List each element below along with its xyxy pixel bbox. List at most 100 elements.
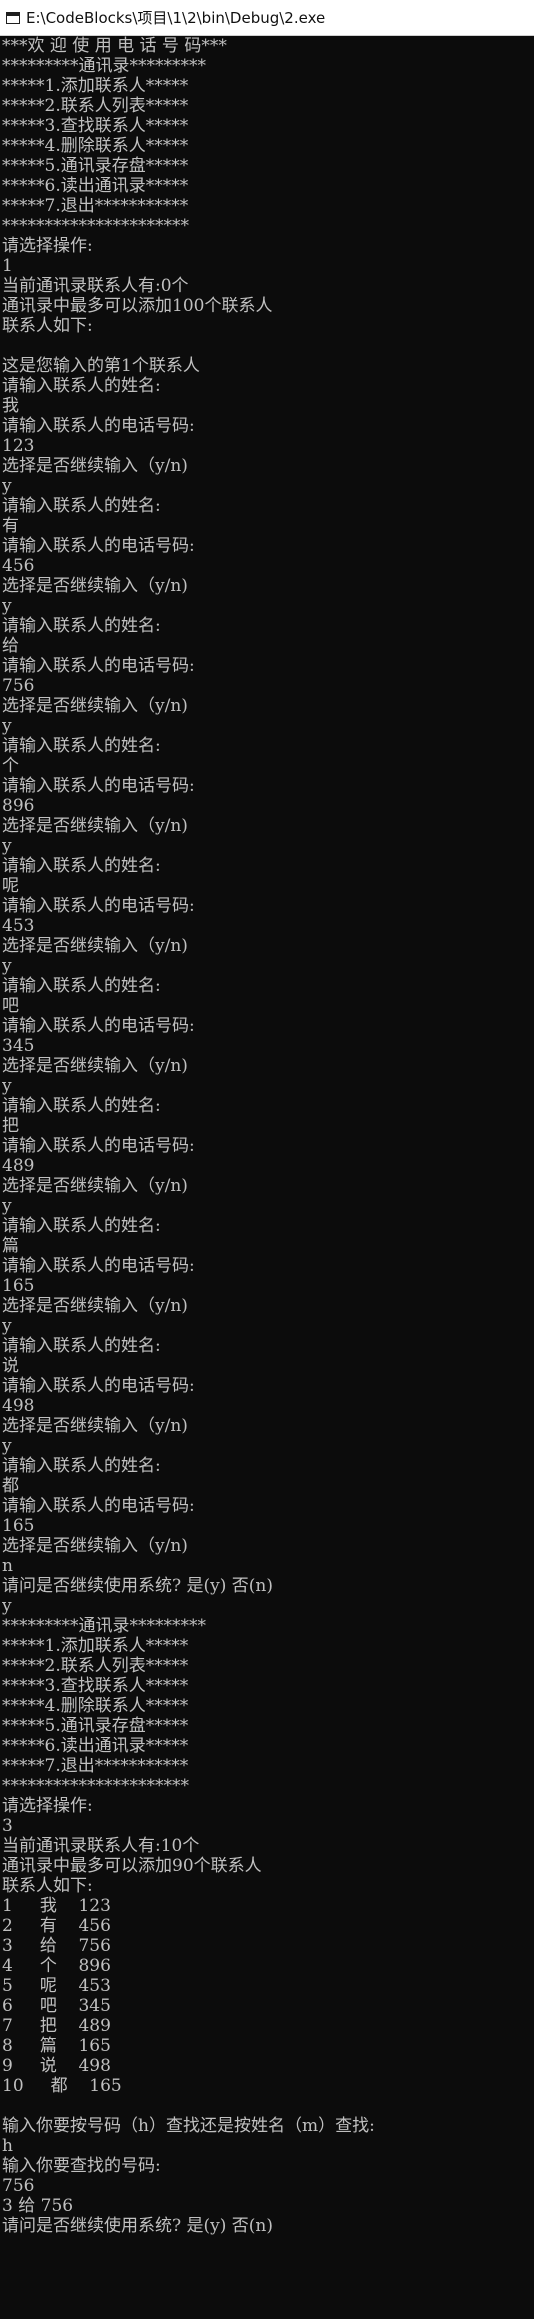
console-line: y: [2, 1076, 12, 1096]
console-line: y: [2, 1436, 12, 1456]
console-line: *********通讯录*********: [2, 1616, 206, 1636]
console-line: *********通讯录*********: [2, 56, 206, 76]
console-line: 请选择操作:: [2, 1796, 93, 1816]
console-app-icon: [6, 11, 20, 24]
console-line: 选择是否继续输入（y/n): [2, 816, 188, 836]
console-line: *****2.联系人列表*****: [2, 96, 189, 116]
console-line: 请选择操作:: [2, 236, 93, 256]
console-line: 9 说 498: [2, 2056, 111, 2076]
console-line: 7 把 489: [2, 2016, 111, 2036]
console-line: 165: [2, 1276, 35, 1296]
console-line: 756: [2, 2176, 35, 2196]
console-line: 2 有 456: [2, 1916, 111, 1936]
console-line: 当前通讯录联系人有:0个: [2, 276, 189, 296]
console-line: 请输入联系人的姓名:: [2, 856, 161, 876]
console-line: ***欢 迎 使 用 电 话 号 码***: [2, 36, 227, 56]
console-line: 有: [2, 516, 19, 536]
console-line: 请输入联系人的电话号码:: [2, 776, 195, 796]
console-line: 3: [2, 1816, 13, 1836]
console-line: 选择是否继续输入（y/n): [2, 696, 188, 716]
console-line: 我: [2, 396, 19, 416]
console-line: *****2.联系人列表*****: [2, 1656, 189, 1676]
console-output[interactable]: ***欢 迎 使 用 电 话 号 码*** *********通讯录*******…: [0, 36, 534, 2319]
console-line: 请输入联系人的姓名:: [2, 376, 161, 396]
console-line: 8 篇 165: [2, 2036, 111, 2056]
console-line: 756: [2, 676, 35, 696]
console-line: 个: [2, 756, 19, 776]
console-line: 当前通讯录联系人有:10个: [2, 1836, 200, 1856]
console-line: *****1.添加联系人*****: [2, 76, 189, 96]
console-line: *****7.退出***********: [2, 196, 189, 216]
console-line: 篇: [2, 1236, 19, 1256]
console-line: 896: [2, 796, 35, 816]
console-line: y: [2, 836, 12, 856]
console-line: 呢: [2, 876, 19, 896]
console-line: *****4.删除联系人*****: [2, 1696, 189, 1716]
console-line: *****3.查找联系人*****: [2, 1676, 189, 1696]
console-line: 吧: [2, 996, 19, 1016]
console-line: 请输入联系人的电话号码:: [2, 536, 195, 556]
console-line: 请输入联系人的姓名:: [2, 976, 161, 996]
console-line: 请问是否继续使用系统? 是(y) 否(n): [2, 2216, 274, 2236]
console-line: y: [2, 1596, 12, 1616]
console-line: 选择是否继续输入（y/n): [2, 576, 188, 596]
console-line: 选择是否继续输入（y/n): [2, 1536, 188, 1556]
console-line: 请输入联系人的电话号码:: [2, 1016, 195, 1036]
console-line: 请输入联系人的姓名:: [2, 616, 161, 636]
console-line: h: [2, 2136, 13, 2156]
console-line: y: [2, 716, 12, 736]
console-line: 请输入联系人的姓名:: [2, 1336, 161, 1356]
console-line: 选择是否继续输入（y/n): [2, 1416, 188, 1436]
console-line: 6 吧 345: [2, 1996, 111, 2016]
console-line: 把: [2, 1116, 19, 1136]
console-line: 这是您输入的第1个联系人: [2, 356, 200, 376]
console-line: 4 个 896: [2, 1956, 111, 1976]
console-line: *****7.退出***********: [2, 1756, 189, 1776]
console-line: *****5.通讯录存盘*****: [2, 156, 189, 176]
console-line: y: [2, 476, 12, 496]
console-line: 456: [2, 556, 35, 576]
console-line: 都: [2, 1476, 19, 1496]
console-line: 498: [2, 1396, 35, 1416]
console-line: 请输入联系人的姓名:: [2, 496, 161, 516]
console-line: 选择是否继续输入（y/n): [2, 1056, 188, 1076]
console-line: *****3.查找联系人*****: [2, 116, 189, 136]
console-line: 3 给 756: [2, 2196, 74, 2216]
console-line: 请输入联系人的姓名:: [2, 1096, 161, 1116]
console-line: 通讯录中最多可以添加90个联系人: [2, 1856, 262, 1876]
console-line: 输入你要按号码（h）查找还是按姓名（m）查找:: [2, 2116, 375, 2136]
console-line: *****6.读出通讯录*****: [2, 1736, 189, 1756]
console-line: y: [2, 956, 12, 976]
title-bar[interactable]: E:\CodeBlocks\项目\1\2\bin\Debug\2.exe: [0, 0, 534, 36]
console-line: 通讯录中最多可以添加100个联系人: [2, 296, 273, 316]
console-line: 489: [2, 1156, 35, 1176]
console-line: 选择是否继续输入（y/n): [2, 1296, 188, 1316]
console-line: 453: [2, 916, 35, 936]
console-line: **********************: [2, 1776, 189, 1796]
console-line: 请输入联系人的电话号码:: [2, 1256, 195, 1276]
console-window: E:\CodeBlocks\项目\1\2\bin\Debug\2.exe ***…: [0, 0, 534, 2319]
console-line: *****1.添加联系人*****: [2, 1636, 189, 1656]
console-line: 选择是否继续输入（y/n): [2, 936, 188, 956]
console-line: 联系人如下:: [2, 1876, 93, 1896]
window-title: E:\CodeBlocks\项目\1\2\bin\Debug\2.exe: [26, 9, 326, 27]
console-line: 1 我 123: [2, 1896, 111, 1916]
console-line: 给: [2, 636, 19, 656]
console-line: 3 给 756: [2, 1936, 111, 1956]
console-line: n: [2, 1556, 13, 1576]
console-line: y: [2, 1316, 12, 1336]
console-line: 10 都 165: [2, 2076, 122, 2096]
console-line: 请问是否继续使用系统? 是(y) 否(n): [2, 1576, 274, 1596]
console-line: 选择是否继续输入（y/n): [2, 456, 188, 476]
console-line: 选择是否继续输入（y/n): [2, 1176, 188, 1196]
console-line: 5 呢 453: [2, 1976, 111, 1996]
console-line: 联系人如下:: [2, 316, 93, 336]
console-line: 说: [2, 1356, 19, 1376]
console-line: 请输入联系人的电话号码:: [2, 1136, 195, 1156]
console-line: 请输入联系人的电话号码:: [2, 896, 195, 916]
console-line: 123: [2, 436, 35, 456]
console-line: 请输入联系人的姓名:: [2, 1456, 161, 1476]
console-line: 345: [2, 1036, 35, 1056]
